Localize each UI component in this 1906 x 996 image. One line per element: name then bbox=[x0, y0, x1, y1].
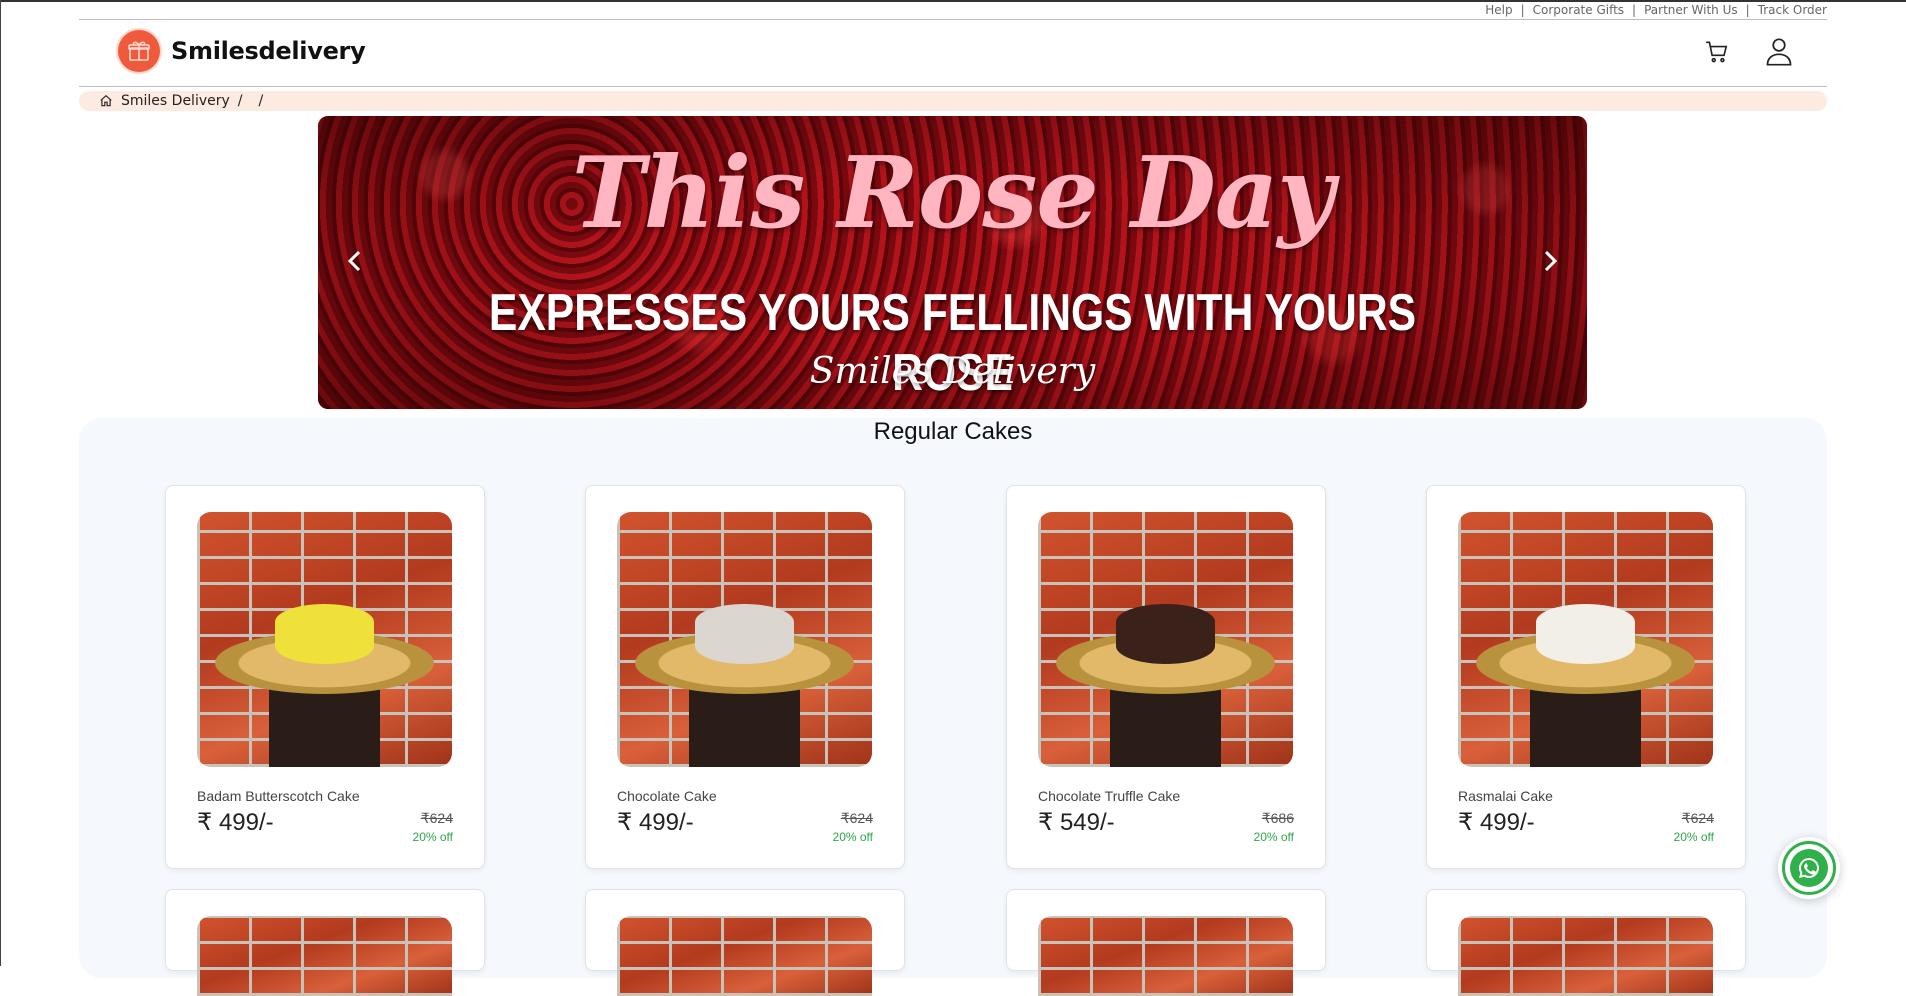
discount-label: 20% off bbox=[1673, 830, 1714, 844]
banner-brand: Smiles Delivery bbox=[809, 351, 1096, 392]
top-links-bar: Help | Corporate Gifts | Partner With Us… bbox=[79, 2, 1827, 20]
product-image[interactable] bbox=[197, 512, 452, 767]
carousel-next-button[interactable] bbox=[1535, 246, 1565, 276]
partner-with-us-link[interactable]: Partner With Us bbox=[1644, 3, 1738, 17]
whatsapp-icon bbox=[1799, 858, 1819, 878]
discount-label: 20% off bbox=[832, 830, 873, 844]
product-image[interactable] bbox=[1038, 512, 1293, 767]
product-price: ₹ 499/- bbox=[197, 809, 274, 836]
product-image[interactable] bbox=[1458, 512, 1713, 767]
carousel-prev-button[interactable] bbox=[340, 246, 370, 276]
help-link[interactable]: Help bbox=[1485, 3, 1512, 17]
window-left-border bbox=[0, 0, 1, 966]
product-image[interactable] bbox=[617, 512, 872, 767]
product-image[interactable] bbox=[617, 916, 872, 996]
product-name[interactable]: Rasmalai Cake bbox=[1458, 788, 1553, 804]
product-card[interactable] bbox=[165, 889, 485, 996]
link-separator: | bbox=[1745, 3, 1750, 17]
product-mrp: ₹686 bbox=[1261, 810, 1294, 826]
product-card[interactable]: Chocolate Truffle Cake ₹ 549/- ₹686 20% … bbox=[1006, 485, 1326, 869]
product-card[interactable]: Badam Butterscotch Cake ₹ 499/- ₹624 20%… bbox=[165, 485, 485, 869]
corporate-gifts-link[interactable]: Corporate Gifts bbox=[1533, 3, 1624, 17]
product-card[interactable]: Chocolate Cake ₹ 499/- ₹624 20% off bbox=[585, 485, 905, 869]
product-image[interactable] bbox=[197, 916, 452, 996]
product-card[interactable] bbox=[585, 889, 905, 996]
home-icon[interactable] bbox=[99, 94, 113, 108]
brand-name[interactable]: Smilesdelivery bbox=[171, 37, 366, 65]
breadcrumb-home-link[interactable]: Smiles Delivery bbox=[121, 93, 230, 109]
product-card[interactable] bbox=[1006, 889, 1326, 996]
whatsapp-chat-button[interactable] bbox=[1778, 837, 1840, 899]
product-image[interactable] bbox=[1458, 916, 1713, 996]
product-mrp: ₹624 bbox=[1681, 810, 1714, 826]
user-icon bbox=[1766, 38, 1792, 66]
chevron-right-icon bbox=[1544, 250, 1558, 272]
product-mrp: ₹624 bbox=[420, 810, 453, 826]
product-price: ₹ 499/- bbox=[1458, 809, 1535, 836]
product-price: ₹ 499/- bbox=[617, 809, 694, 836]
link-separator: | bbox=[1520, 3, 1525, 17]
discount-label: 20% off bbox=[412, 830, 453, 844]
brand-logo[interactable] bbox=[118, 30, 160, 72]
product-card[interactable] bbox=[1426, 889, 1746, 996]
product-card[interactable]: Rasmalai Cake ₹ 499/- ₹624 20% off bbox=[1426, 485, 1746, 869]
promo-banner-carousel[interactable]: This Rose Day EXPRESSES YOURS FELLINGS W… bbox=[318, 116, 1587, 409]
account-button[interactable] bbox=[1763, 36, 1795, 68]
banner-title: This Rose Day bbox=[571, 136, 1335, 251]
product-name[interactable]: Chocolate Cake bbox=[617, 788, 717, 804]
product-name[interactable]: Chocolate Truffle Cake bbox=[1038, 788, 1180, 804]
breadcrumb: Smiles Delivery / / bbox=[79, 91, 1827, 111]
product-name[interactable]: Badam Butterscotch Cake bbox=[197, 788, 360, 804]
breadcrumb-separator: / bbox=[237, 93, 243, 109]
regular-cakes-section: Regular Cakes Badam Butterscotch Cake ₹ … bbox=[79, 418, 1827, 996]
chevron-left-icon bbox=[347, 250, 361, 272]
track-order-link[interactable]: Track Order bbox=[1758, 3, 1827, 17]
product-mrp: ₹624 bbox=[840, 810, 873, 826]
discount-label: 20% off bbox=[1253, 830, 1294, 844]
link-separator: | bbox=[1632, 3, 1637, 17]
cart-button[interactable] bbox=[1701, 36, 1733, 68]
site-header: Smilesdelivery bbox=[79, 20, 1827, 87]
gift-icon bbox=[128, 41, 150, 61]
product-price: ₹ 549/- bbox=[1038, 809, 1115, 836]
cart-icon bbox=[1706, 41, 1728, 63]
product-image[interactable] bbox=[1038, 916, 1293, 996]
section-title: Regular Cakes bbox=[873, 418, 1033, 445]
breadcrumb-separator: / bbox=[258, 93, 264, 109]
